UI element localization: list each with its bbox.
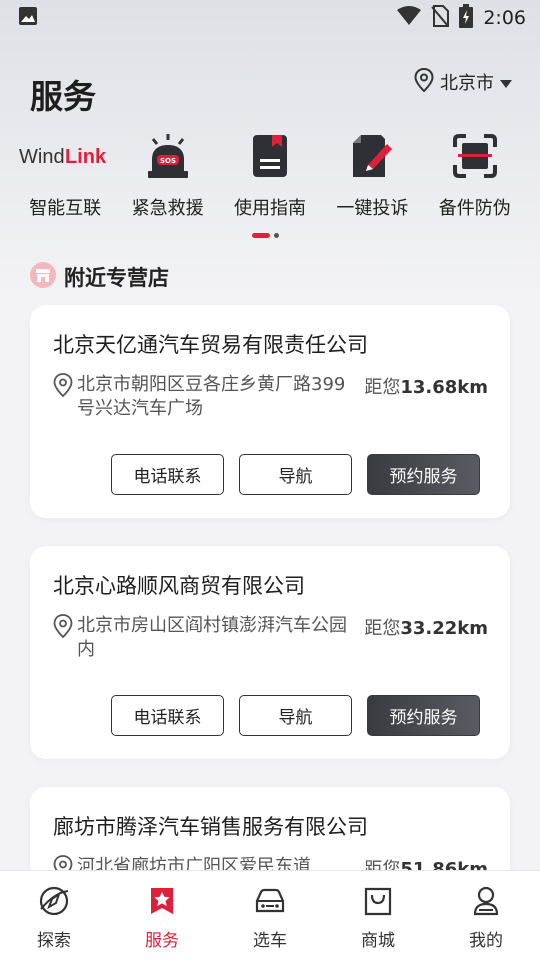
dealer-address-row: 北京市朝阳区豆各庄乡黄厂路399号兴达汽车广场 <box>53 373 353 421</box>
quick-action-label: 备件防伪 <box>438 198 511 219</box>
tab-label: 服务 <box>145 931 179 951</box>
distance-value: 33.22km <box>400 618 488 639</box>
tab-label: 商城 <box>361 931 395 951</box>
dealer-distance: 距您33.22km <box>364 614 488 640</box>
section-header: 附近专营店 <box>30 262 169 292</box>
quick-actions: Wind Link 智能互联 SOS 紧急救援 使用指南 一键投诉 备件防伪 <box>0 130 540 225</box>
compass-icon <box>38 885 70 921</box>
quick-action-label: 紧急救援 <box>131 198 204 219</box>
svg-text:SOS: SOS <box>160 157 176 165</box>
dealer-card: 北京天亿通汽车贸易有限责任公司 北京市朝阳区豆各庄乡黄厂路399号兴达汽车广场 … <box>30 305 510 518</box>
header: 服务 北京市 <box>0 60 540 120</box>
star-bookmark-icon <box>146 885 178 921</box>
svg-text:Link: Link <box>65 146 107 168</box>
quick-action-label: 使用指南 <box>233 198 306 219</box>
windlink-logo: Wind Link <box>15 130 115 182</box>
shopping-bag-icon <box>362 885 394 921</box>
page-indicator-active <box>252 233 270 238</box>
quick-action-label: 一键投诉 <box>336 198 409 219</box>
navigate-button[interactable]: 导航 <box>239 454 352 495</box>
section-title: 附近专营店 <box>64 266 169 290</box>
tab-service[interactable]: 服务 <box>108 871 216 960</box>
dealer-name: 廊坊市腾泽汽车销售服务有限公司 <box>53 815 368 839</box>
status-bar: 2:06 <box>0 0 540 36</box>
tab-choose-car[interactable]: 选车 <box>216 871 324 960</box>
dealer-name: 北京天亿通汽车贸易有限责任公司 <box>53 333 368 357</box>
tab-label: 选车 <box>253 931 287 951</box>
dealer-address: 北京市房山区阎村镇澎湃汽车公园内 <box>77 615 347 660</box>
store-icon <box>30 262 56 292</box>
dealer-address: 北京市朝阳区豆各庄乡黄厂路399号兴达汽车广场 <box>77 374 346 419</box>
location-pin-icon <box>414 67 434 96</box>
book-service-button[interactable]: 预约服务 <box>367 695 480 736</box>
quick-action-label: 智能互联 <box>29 198 102 219</box>
car-icon <box>253 885 287 921</box>
location-pin-icon <box>53 614 73 662</box>
city-name: 北京市 <box>440 73 494 94</box>
book-service-button[interactable]: 预约服务 <box>367 454 480 495</box>
caret-down-icon <box>500 73 512 92</box>
city-picker[interactable]: 北京市 <box>414 67 512 96</box>
quick-action-emergency-rescue[interactable]: SOS 紧急救援 <box>121 130 215 225</box>
tab-explore[interactable]: 探索 <box>0 871 108 960</box>
distance-prefix: 距您 <box>364 618 401 639</box>
gallery-notification-icon <box>18 6 38 30</box>
dealer-address-row: 北京市房山区阎村镇澎湃汽车公园内 <box>53 614 353 662</box>
tab-label: 探索 <box>37 931 71 951</box>
no-sim-icon <box>431 5 450 31</box>
page-indicator <box>252 233 279 238</box>
dealer-card: 北京心路顺风商贸有限公司 北京市房山区阎村镇澎湃汽车公园内 距您33.22km … <box>30 546 510 759</box>
location-pin-icon <box>53 373 73 421</box>
complaint-pen-icon <box>322 130 422 182</box>
clock: 2:06 <box>483 7 526 29</box>
dealer-name: 北京心路顺风商贸有限公司 <box>53 574 305 598</box>
svg-text:Wind: Wind <box>19 146 65 168</box>
sos-alarm-icon: SOS <box>118 130 218 182</box>
page-indicator-dot <box>274 233 279 238</box>
bottom-tab-bar: 探索 服务 选车 商城 我的 <box>0 870 540 960</box>
quick-action-smart-connect[interactable]: Wind Link 智能互联 <box>18 130 112 225</box>
person-icon <box>470 885 502 921</box>
guide-book-icon <box>220 130 320 182</box>
tab-profile[interactable]: 我的 <box>432 871 540 960</box>
quick-action-user-guide[interactable]: 使用指南 <box>223 130 317 225</box>
battery-charging-icon <box>459 4 474 32</box>
call-button[interactable]: 电话联系 <box>111 454 224 495</box>
distance-prefix: 距您 <box>364 377 401 398</box>
quick-action-parts-authentication[interactable]: 备件防伪 <box>428 130 522 225</box>
tab-label: 我的 <box>469 931 503 951</box>
scan-icon <box>425 130 525 182</box>
tab-mall[interactable]: 商城 <box>324 871 432 960</box>
call-button[interactable]: 电话联系 <box>111 695 224 736</box>
page-title: 服务 <box>30 77 96 116</box>
wifi-icon <box>397 6 422 30</box>
distance-value: 13.68km <box>400 377 488 398</box>
dealer-distance: 距您13.68km <box>364 373 488 399</box>
quick-action-complaint[interactable]: 一键投诉 <box>325 130 419 225</box>
navigate-button[interactable]: 导航 <box>239 695 352 736</box>
